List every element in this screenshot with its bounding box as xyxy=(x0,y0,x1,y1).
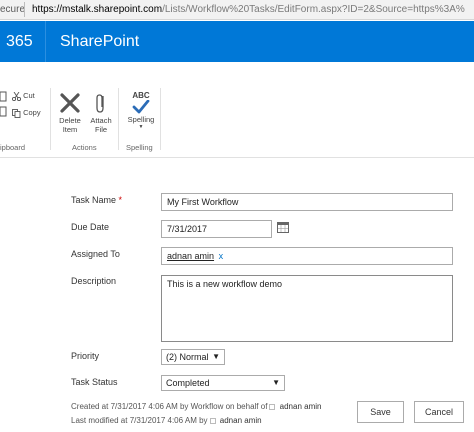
task-status-select[interactable]: Completed ▼ xyxy=(161,375,285,391)
clipboard-group-label: ipboard xyxy=(0,143,26,152)
spelling-check-icon xyxy=(132,100,150,114)
assigned-to-label: Assigned To xyxy=(71,249,120,259)
required-marker: * xyxy=(118,195,123,205)
assigned-user[interactable]: adnan amin xyxy=(167,251,214,261)
spelling-label: Spelling xyxy=(127,115,155,124)
due-date-label: Due Date xyxy=(71,222,110,232)
attach-file-button[interactable]: Attach File xyxy=(87,92,115,134)
modified-info: Last modified at 7/31/2017 4:06 AM by ad… xyxy=(71,416,262,425)
task-status-label: Task Status xyxy=(71,377,118,387)
office365-link[interactable]: 365 xyxy=(6,33,33,51)
url-field[interactable]: https://mstalk.sharepoint.com/Lists/Work… xyxy=(32,4,465,15)
spelling-abc: ABC xyxy=(132,91,150,100)
due-date-input[interactable]: 7/31/2017 xyxy=(161,220,272,238)
chevron-down-icon: ▼ xyxy=(212,352,220,361)
save-button[interactable]: Save xyxy=(357,401,404,423)
chevron-down-icon: ▼ xyxy=(272,378,280,387)
address-bar: ecure https://mstalk.sharepoint.com/List… xyxy=(0,0,474,20)
ribbon-separator xyxy=(160,88,161,150)
presence-icon xyxy=(209,417,216,424)
actions-group-label: Actions xyxy=(72,143,97,152)
task-status-value: Completed xyxy=(166,378,210,388)
copy-icon xyxy=(12,108,21,118)
clipboard-icons xyxy=(0,90,12,120)
cut-button[interactable]: Cut xyxy=(11,91,35,101)
suite-bar: 365 SharePoint xyxy=(0,21,474,62)
calendar-icon xyxy=(277,222,289,233)
sharepoint-link[interactable]: SharePoint xyxy=(60,33,139,51)
assigned-to-input[interactable]: adnan amin x xyxy=(161,247,453,265)
cancel-button[interactable]: Cancel xyxy=(414,401,464,423)
spelling-button[interactable]: ABC Spelling ▼ xyxy=(124,91,158,130)
chevron-down-icon: ▼ xyxy=(138,124,144,130)
priority-value: (2) Normal xyxy=(166,352,209,362)
delete-x-icon xyxy=(60,93,80,113)
modified-text: Last modified at 7/31/2017 4:06 AM by xyxy=(71,416,208,425)
url-host: https://mstalk.sharepoint.com xyxy=(32,4,163,15)
delete-item-button[interactable]: Delete Item xyxy=(55,92,85,134)
created-info: Created at 7/31/2017 4:06 AM by Workflow… xyxy=(71,402,321,411)
modified-by-user[interactable]: adnan amin xyxy=(220,416,262,425)
paperclip-icon xyxy=(96,94,104,113)
delete-item-label: Delete Item xyxy=(59,116,81,134)
address-separator xyxy=(24,2,25,17)
scissors-icon xyxy=(11,91,22,101)
security-indicator: ecure xyxy=(0,4,26,15)
attach-file-label: Attach File xyxy=(90,116,112,134)
task-name-value: My First Workflow xyxy=(167,197,239,207)
spelling-group-label: Spelling xyxy=(126,143,153,152)
presence-icon xyxy=(269,403,276,410)
suite-divider xyxy=(45,21,46,62)
task-name-input[interactable]: My First Workflow xyxy=(161,193,453,211)
copy-label: Copy xyxy=(23,108,41,117)
cut-label: Cut xyxy=(23,91,35,100)
description-label: Description xyxy=(71,276,117,286)
copy-button[interactable]: Copy xyxy=(12,108,41,118)
priority-select[interactable]: (2) Normal ▼ xyxy=(161,349,225,365)
date-picker-button[interactable] xyxy=(277,221,289,235)
ribbon-separator xyxy=(50,88,51,150)
created-text: Created at 7/31/2017 4:06 AM by Workflow… xyxy=(71,402,268,411)
task-name-label-text: Task Name xyxy=(71,195,117,205)
description-input[interactable]: This is a new workflow demo xyxy=(161,275,453,342)
priority-label: Priority xyxy=(71,351,100,361)
task-name-label: Task Name * xyxy=(71,195,122,205)
description-value: This is a new workflow demo xyxy=(167,279,283,289)
remove-user-button[interactable]: x xyxy=(219,251,224,261)
paste-icon xyxy=(0,91,7,117)
created-by-user[interactable]: adnan amin xyxy=(280,402,322,411)
due-date-value: 7/31/2017 xyxy=(167,224,208,234)
url-path: /Lists/Workflow%20Tasks/EditForm.aspx?ID… xyxy=(162,4,465,15)
ribbon-separator xyxy=(118,88,119,150)
